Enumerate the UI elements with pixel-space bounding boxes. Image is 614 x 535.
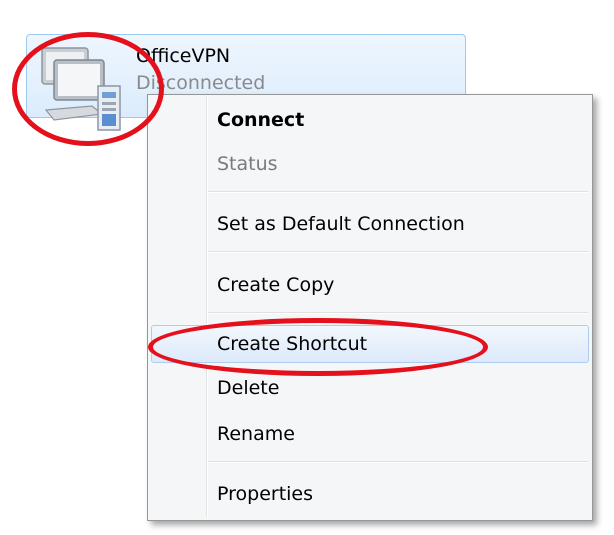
menu-item-label: Properties: [217, 483, 314, 505]
menu-item-label: Status: [217, 153, 278, 175]
menu-separator: [208, 461, 588, 463]
connection-name: OfficeVPN: [136, 45, 231, 67]
menu-item-delete[interactable]: Delete: [151, 369, 589, 407]
menu-item-label: Set as Default Connection: [217, 213, 465, 235]
menu-item-set-default[interactable]: Set as Default Connection: [151, 205, 589, 243]
connection-status: Disconnected: [136, 72, 266, 94]
menu-item-label: Connect: [217, 109, 305, 131]
menu-item-label: Create Shortcut: [217, 333, 368, 355]
menu-item-label: Create Copy: [217, 274, 335, 296]
menu-item-create-copy[interactable]: Create Copy: [151, 266, 589, 304]
menu-item-properties[interactable]: Properties: [151, 475, 589, 513]
menu-item-status[interactable]: Status: [151, 145, 589, 183]
menu-item-rename[interactable]: Rename: [151, 415, 589, 453]
menu-item-label: Rename: [217, 423, 295, 445]
menu-separator: [208, 251, 588, 253]
context-menu: Connect Status Set as Default Connection…: [147, 94, 593, 521]
menu-item-label: Delete: [217, 377, 280, 399]
network-computer-icon[interactable]: [32, 40, 136, 136]
menu-item-create-shortcut[interactable]: Create Shortcut: [151, 325, 589, 363]
menu-item-connect[interactable]: Connect: [151, 101, 589, 139]
menu-separator: [208, 191, 588, 193]
menu-separator: [208, 312, 588, 314]
